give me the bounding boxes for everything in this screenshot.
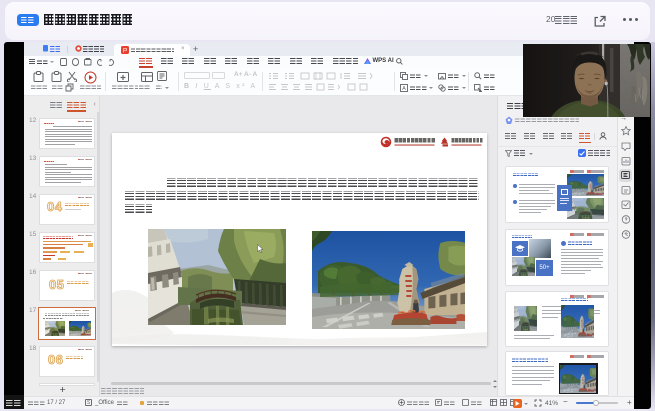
svg-text:A: A <box>402 86 406 92</box>
svg-text:P: P <box>122 47 126 54</box>
